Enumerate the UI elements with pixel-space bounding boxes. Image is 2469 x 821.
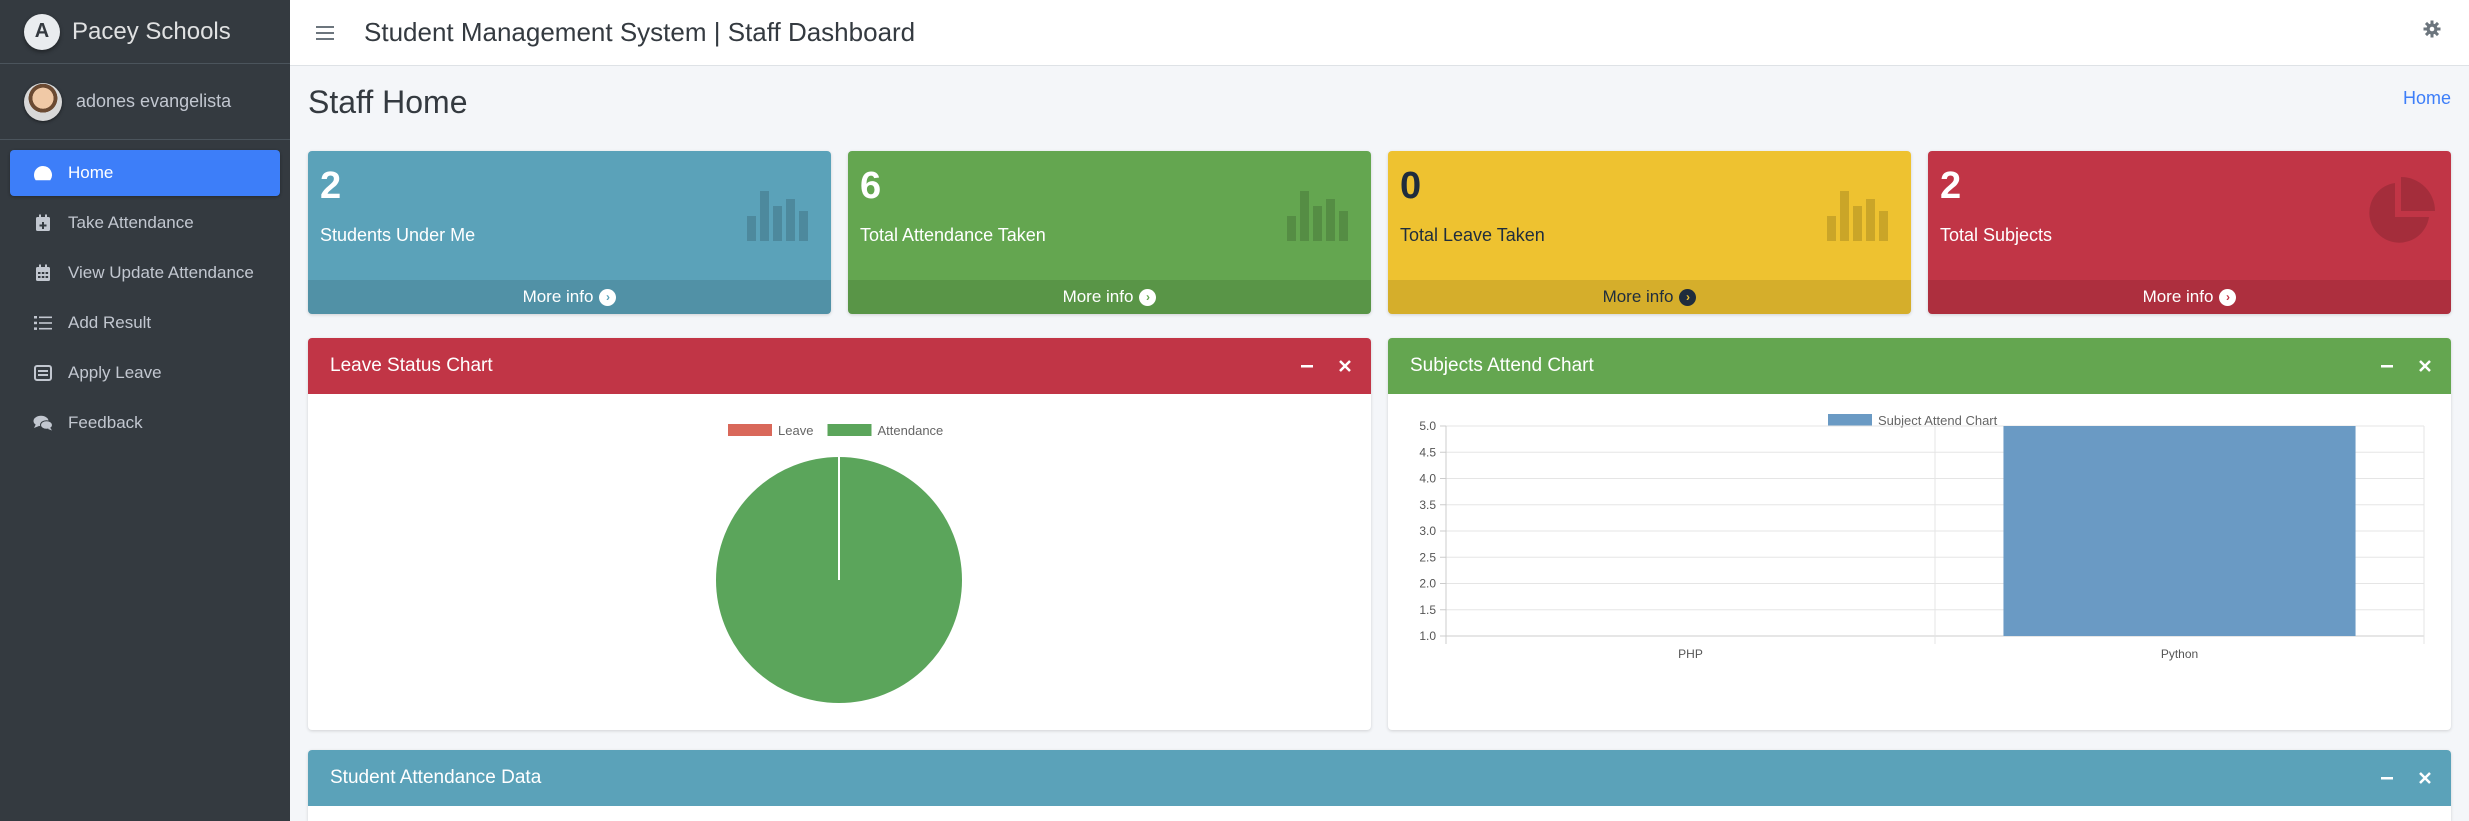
close-icon[interactable]	[2415, 768, 2435, 788]
more-info-label: More info	[522, 287, 594, 306]
stat-value: 6	[860, 165, 882, 207]
close-icon[interactable]	[2415, 356, 2435, 376]
brand-name: Pacey Schools	[72, 17, 231, 45]
more-info-label: More info	[1602, 287, 1674, 306]
stat-label: Total Subjects	[1940, 225, 2053, 245]
sidebar-item-label: Apply Leave	[68, 363, 162, 382]
sidebar-item-home[interactable]: Home	[10, 150, 280, 196]
y-tick-label: 4.5	[1419, 445, 1436, 459]
stat-value: 0	[1400, 165, 1422, 207]
minus-icon[interactable]	[2377, 356, 2397, 376]
stat-value: 2	[1940, 165, 1962, 207]
sidebar-item-view-update-attendance[interactable]: View Update Attendance	[10, 250, 280, 296]
brand-link[interactable]: A Pacey Schools	[0, 0, 290, 64]
sidebar: A Pacey Schools adones evangelista Home …	[0, 0, 290, 821]
calendar-icon	[32, 264, 54, 282]
subjects-bar-chart: Subject Attend Chart5.04.54.03.53.02.52.…	[1419, 413, 2425, 661]
top-navbar: Student Management System | Staff Dashbo…	[290, 0, 2469, 66]
stat-label: Total Attendance Taken	[860, 225, 1046, 245]
sidebar-item-label: Take Attendance	[68, 213, 194, 232]
stat-label: Students Under Me	[320, 225, 476, 245]
user-name: adones evangelista	[76, 91, 232, 111]
stat-box-attendance: 6 Total Attendance Taken More info ›	[848, 151, 1371, 314]
bar-chart-icon	[1283, 181, 1353, 241]
arrow-circle-right-icon: ›	[599, 288, 617, 306]
card-header: Leave Status Chart	[308, 338, 1371, 394]
page-title: Staff Home	[308, 84, 468, 120]
calendar-plus-icon	[32, 214, 54, 232]
dashboard-icon	[32, 164, 54, 182]
sidebar-item-add-result[interactable]: Add Result	[10, 300, 280, 346]
envelope-icon	[32, 364, 54, 382]
user-panel[interactable]: adones evangelista	[0, 64, 290, 140]
y-tick-label: 1.0	[1419, 629, 1436, 643]
comments-icon	[32, 414, 54, 432]
arrow-circle-right-icon: ›	[1679, 288, 1697, 306]
menu-toggle-icon[interactable]	[316, 22, 334, 44]
minus-icon[interactable]	[1297, 356, 1317, 376]
x-tick-label: Python	[2161, 647, 2198, 661]
sidebar-item-feedback[interactable]: Feedback	[10, 400, 280, 446]
gear-icon[interactable]	[2423, 20, 2443, 40]
stat-value: 2	[320, 165, 342, 207]
student-attendance-card: Student Attendance Data	[308, 750, 2451, 821]
card-title: Leave Status Chart	[330, 355, 493, 376]
card-header: Student Attendance Data	[308, 750, 2451, 806]
card-tools	[1297, 338, 1355, 394]
leave-pie-chart: Leave Attendance	[714, 423, 964, 705]
more-info-link[interactable]: More info ›	[1928, 280, 2451, 314]
brand-logo: A	[24, 13, 60, 50]
stat-label: Total Leave Taken	[1400, 225, 1545, 245]
y-tick-label: 5.0	[1419, 419, 1436, 433]
arrow-circle-right-icon: ›	[1139, 288, 1157, 306]
header-title: Student Management System | Staff Dashbo…	[364, 17, 916, 47]
more-info-link[interactable]: More info ›	[308, 280, 831, 314]
list-icon	[32, 314, 54, 332]
more-info-label: More info	[2142, 287, 2214, 306]
y-tick-label: 4.0	[1419, 472, 1436, 486]
bar-chart-icon	[1823, 181, 1893, 241]
bar[interactable]	[2003, 426, 2356, 636]
y-tick-label: 2.0	[1419, 577, 1436, 591]
y-tick-label: 2.5	[1419, 550, 1436, 564]
sidebar-item-label: Add Result	[68, 313, 152, 332]
stat-box-subjects: 2 Total Subjects More info ›	[1928, 151, 2451, 314]
card-tools	[2377, 338, 2435, 394]
card-header: Subjects Attend Chart	[1388, 338, 2451, 394]
y-tick-label: 1.5	[1419, 603, 1436, 617]
sidebar-item-apply-leave[interactable]: Apply Leave	[10, 350, 280, 396]
sidebar-item-label: Feedback	[68, 413, 143, 432]
stat-box-leave: 0 Total Leave Taken More info ›	[1388, 151, 1911, 314]
card-title: Subjects Attend Chart	[1410, 355, 1594, 376]
sidebar-item-label: View Update Attendance	[68, 263, 254, 282]
card-title: Student Attendance Data	[330, 767, 542, 788]
y-tick-label: 3.5	[1419, 498, 1436, 512]
leave-status-card: Leave Status Chart Leave Attendance	[308, 338, 1371, 730]
arrow-circle-right-icon: ›	[2219, 288, 2237, 306]
sidebar-item-label: Home	[68, 163, 114, 182]
legend-swatch	[827, 424, 872, 436]
bar-chart-icon	[743, 181, 813, 241]
close-icon[interactable]	[1335, 356, 1355, 376]
sidebar-item-take-attendance[interactable]: Take Attendance	[10, 200, 280, 246]
more-info-link[interactable]: More info ›	[848, 280, 1371, 314]
sidebar-nav: Home Take Attendance View Update Attenda…	[0, 140, 290, 460]
minus-icon[interactable]	[2377, 768, 2397, 788]
more-info-label: More info	[1062, 287, 1134, 306]
card-tools	[2377, 750, 2435, 806]
avatar	[24, 82, 62, 121]
legend-swatch	[1828, 414, 1872, 426]
y-tick-label: 3.0	[1419, 524, 1436, 538]
x-tick-label: PHP	[1678, 647, 1703, 661]
legend-label: Leave	[778, 423, 813, 438]
pie-chart-icon	[2361, 175, 2437, 251]
breadcrumb-home[interactable]: Home	[2403, 88, 2451, 109]
legend-label: Attendance	[878, 423, 944, 438]
legend-swatch	[728, 424, 772, 436]
more-info-link[interactable]: More info ›	[1388, 280, 1911, 314]
subjects-attend-card: Subjects Attend Chart Subject Attend Cha…	[1388, 338, 2451, 730]
stat-box-students: 2 Students Under Me More info ›	[308, 151, 831, 314]
